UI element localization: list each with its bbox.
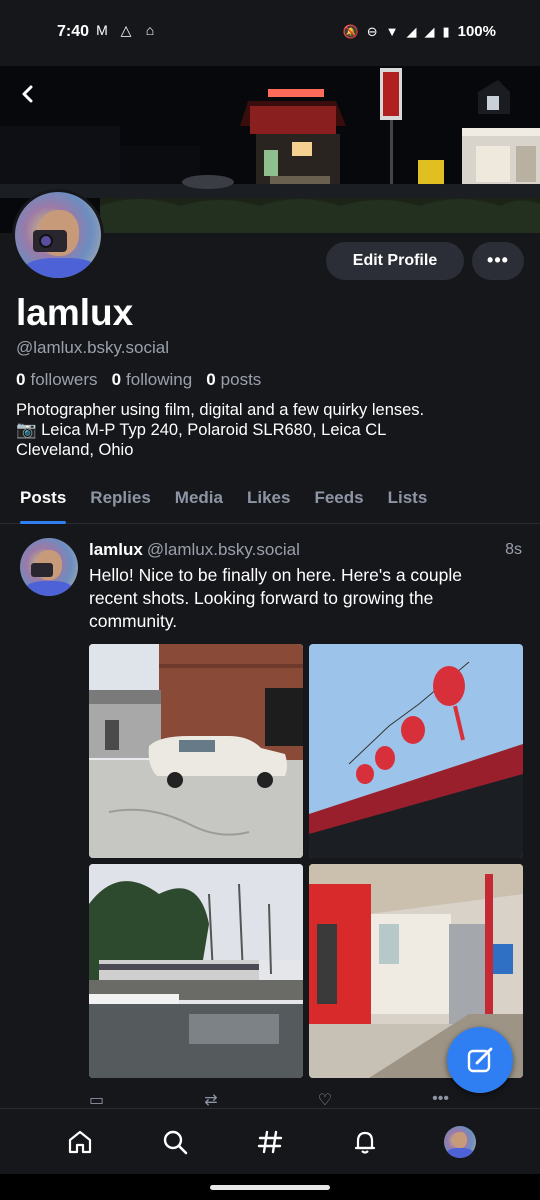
post-text: Hello! Nice to be finally on here. Here'…	[89, 565, 462, 631]
profile-handle: @lamlux.bsky.social	[16, 338, 169, 357]
bio-line: Photographer using film, digital and a f…	[16, 401, 425, 419]
battery-percent: 100%	[457, 23, 496, 40]
gesture-bar	[0, 1174, 540, 1200]
home-indicator[interactable]	[210, 1185, 330, 1190]
nav-notifications[interactable]	[345, 1122, 385, 1162]
photo-white-car[interactable]	[89, 644, 303, 858]
dnd-icon: ⊖	[366, 23, 378, 39]
repost-icon[interactable]: ⇄	[204, 1090, 217, 1108]
status-time: 7:40	[57, 23, 90, 40]
followers-stat[interactable]: 0 followers	[16, 370, 98, 390]
bio-line: Cleveland, Ohio	[16, 441, 134, 459]
signal-icon: ◢	[406, 23, 417, 39]
like-icon[interactable]: ♡	[318, 1090, 332, 1108]
compose-post-button[interactable]	[447, 1027, 513, 1093]
edit-profile-button[interactable]: Edit Profile	[326, 242, 464, 280]
reply-icon[interactable]: ▭	[89, 1090, 104, 1108]
nav-profile[interactable]	[440, 1122, 480, 1162]
bottom-navigation	[0, 1108, 540, 1174]
status-right-icons: 🔕 ⊖ ▼ ◢ ◢ ▮ 100%	[343, 23, 497, 40]
post-author-name[interactable]: lamlux	[89, 540, 143, 559]
wifi-icon: ▼	[385, 24, 399, 39]
compose-pencil-icon	[467, 1047, 493, 1073]
nav-search[interactable]	[155, 1122, 195, 1162]
home-icon	[68, 1130, 91, 1153]
search-icon	[163, 1130, 188, 1154]
photo-train-trees[interactable]	[89, 864, 303, 1078]
post-author-handle[interactable]: @lamlux.bsky.social	[147, 540, 300, 559]
posts-stat: 0 posts	[206, 370, 262, 389]
back-button[interactable]	[14, 80, 42, 108]
chevron-left-icon	[22, 85, 33, 103]
post-more-icon[interactable]: •••	[432, 1090, 449, 1108]
tab-posts[interactable]: Posts	[8, 478, 78, 524]
photo-red-lanterns[interactable]	[309, 644, 523, 858]
tab-likes[interactable]: Likes	[235, 478, 302, 523]
post-header: lamlux @lamlux.bsky.social	[89, 540, 300, 560]
tab-replies[interactable]: Replies	[78, 478, 162, 523]
tab-feeds[interactable]: Feeds	[302, 478, 375, 523]
bank-icon: ⌂	[145, 22, 155, 38]
following-stat[interactable]: 0 following	[112, 370, 193, 390]
post-feed: lamlux @lamlux.bsky.social 8s Hello! Nice…	[0, 524, 540, 1108]
profile-avatar-icon	[444, 1125, 477, 1158]
post-timestamp: 8s	[505, 541, 522, 558]
post-actions: ▭ ⇄ ♡ •••	[89, 1090, 449, 1108]
mute-icon: 🔕	[342, 23, 359, 39]
status-bar: 7:40 M △ ⌂ 🔕 ⊖ ▼ ◢ ◢ ▮ 100%	[0, 0, 540, 66]
battery-icon: ▮	[442, 23, 450, 39]
bio-line: 📷 Leica M-P Typ 240, Polaroid SLR680, Le…	[16, 421, 387, 439]
post-author-avatar[interactable]	[20, 538, 78, 596]
status-left-icons: M △ ⌂	[94, 22, 158, 39]
tab-media[interactable]: Media	[163, 478, 235, 523]
nav-feeds[interactable]	[250, 1122, 290, 1162]
profile-tabs: Posts Replies Media Likes Feeds Lists	[0, 478, 540, 524]
nav-home[interactable]	[60, 1122, 100, 1162]
feeds-hash-icon	[257, 1130, 283, 1153]
profile-avatar[interactable]	[12, 189, 104, 281]
more-options-button[interactable]: •••	[472, 242, 524, 280]
tab-lists[interactable]: Lists	[376, 478, 440, 523]
profile-bio: Photographer using film, digital and a f…	[16, 400, 526, 460]
signal-icon: ◢	[424, 23, 435, 39]
drive-icon: △	[120, 22, 132, 38]
profile-stats: 0 followers 0 following 0 posts	[16, 370, 261, 390]
profile-display-name: lamlux	[16, 292, 134, 333]
notifications-bell-icon	[355, 1131, 376, 1154]
gmail-icon: M	[96, 22, 108, 38]
